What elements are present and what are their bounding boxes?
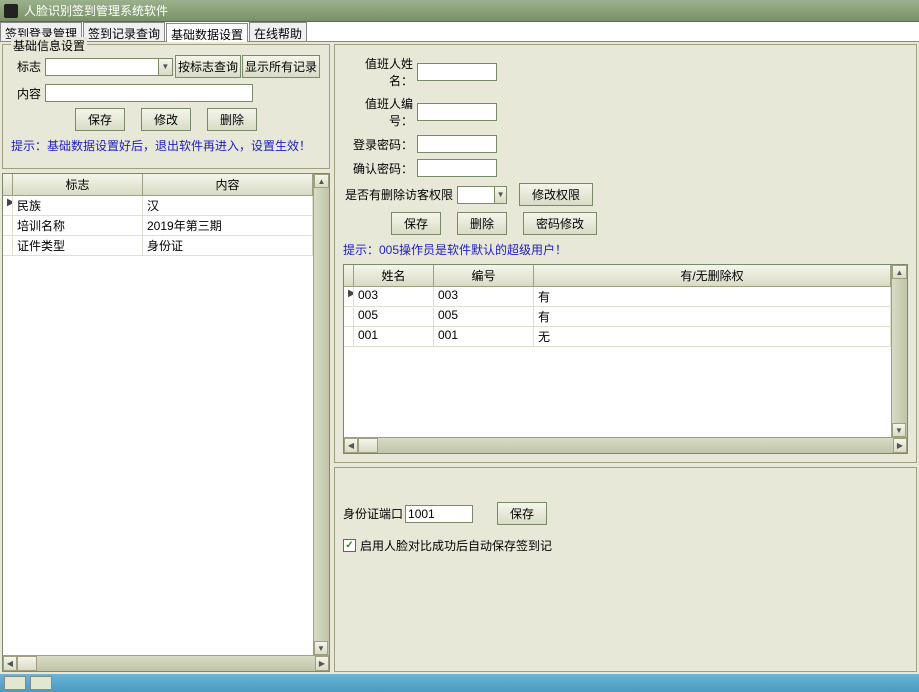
op-save-button[interactable]: 保存 (391, 212, 441, 235)
modify-perm-button[interactable]: 修改权限 (519, 183, 593, 206)
table-row[interactable]: 001 001 无 (344, 327, 891, 347)
cell-flag: 民族 (13, 196, 143, 215)
op-col-no[interactable]: 编号 (434, 265, 534, 286)
cell-content: 汉 (143, 196, 313, 215)
scroll-up-icon[interactable]: ▲ (892, 265, 907, 279)
duty-no-input[interactable] (417, 103, 497, 121)
scroll-down-icon[interactable]: ▼ (314, 641, 328, 655)
duty-name-label: 值班人姓名： (343, 55, 413, 89)
taskbar-button[interactable] (4, 676, 26, 690)
left-vscrollbar[interactable]: ▲ ▼ (313, 174, 329, 655)
chevron-down-icon[interactable]: ▼ (494, 187, 506, 203)
right-panel: 值班人姓名： 值班人编号： 登录密码： 确认密码： 是否有删除访客权限 ▼ (334, 44, 917, 672)
cell-content: 2019年第三期 (143, 216, 313, 235)
op-col-indicator (344, 265, 354, 286)
tab-online-help[interactable]: 在线帮助 (249, 22, 307, 41)
cell-flag: 证件类型 (13, 236, 143, 255)
left-delete-button[interactable]: 删除 (207, 108, 257, 131)
port-group: 身份证端口 保存 ✓ 启用人脸对比成功后自动保存签到记 (334, 467, 917, 672)
flag-input[interactable] (46, 59, 158, 75)
left-grid-body[interactable]: ▶ 民族 汉 培训名称 2019年第三期 证件类型 身份证 (3, 196, 313, 655)
confirm-pwd-label: 确认密码： (343, 160, 413, 177)
duty-no-label: 值班人编号： (343, 95, 413, 129)
op-delete-button[interactable]: 删除 (457, 212, 507, 235)
flag-label: 标志 (11, 58, 41, 75)
port-save-button[interactable]: 保存 (497, 502, 547, 525)
left-panel: 基础信息设置 标志 ▼ 按标志查询 显示所有记录 内容 保存 修改 删除 提示：… (2, 44, 330, 672)
left-col-content[interactable]: 内容 (143, 174, 313, 195)
hscroll-thumb[interactable] (358, 438, 378, 453)
left-col-indicator (3, 174, 13, 195)
left-hscrollbar[interactable]: ◀ ▶ (3, 655, 329, 671)
duty-name-input[interactable] (417, 63, 497, 81)
main-tabs: 签到登录管理 签到记录查询 基础数据设置 在线帮助 (0, 22, 919, 42)
flag-combo[interactable]: ▼ (45, 58, 173, 76)
scroll-right-icon[interactable]: ▶ (315, 656, 329, 671)
base-info-legend: 基础信息设置 (11, 37, 87, 54)
operator-group: 值班人姓名： 值班人编号： 登录密码： 确认密码： 是否有删除访客权限 ▼ (334, 44, 917, 463)
op-vscrollbar[interactable]: ▲ ▼ (891, 265, 907, 437)
op-hscrollbar[interactable]: ◀ ▶ (344, 437, 907, 453)
taskbar (0, 674, 919, 692)
tab-base-data-settings[interactable]: 基础数据设置 (166, 23, 248, 42)
table-row[interactable]: ▶ 民族 汉 (3, 196, 313, 216)
op-pwd-modify-button[interactable]: 密码修改 (523, 212, 597, 235)
visitor-perm-combo[interactable]: ▼ (457, 186, 507, 204)
op-col-perm[interactable]: 有/无删除权 (534, 265, 891, 286)
scroll-left-icon[interactable]: ◀ (3, 656, 17, 671)
visitor-perm-label: 是否有删除访客权限 (343, 186, 453, 203)
auto-save-checkbox[interactable]: ✓ 启用人脸对比成功后自动保存签到记 (343, 537, 908, 554)
content-label: 内容 (11, 85, 41, 102)
op-hint: 提示：005操作员是软件默认的超级用户！ (343, 241, 908, 258)
scroll-down-icon[interactable]: ▼ (892, 423, 906, 437)
row-indicator-icon: ▶ (344, 287, 354, 306)
show-all-button[interactable]: 显示所有记录 (242, 55, 320, 78)
taskbar-button[interactable] (30, 676, 52, 690)
table-row[interactable]: 培训名称 2019年第三期 (3, 216, 313, 236)
scroll-left-icon[interactable]: ◀ (344, 438, 358, 453)
auto-save-checkbox-label: 启用人脸对比成功后自动保存签到记 (360, 537, 552, 554)
titlebar: 人脸识别签到管理系统软件 (0, 0, 919, 22)
base-info-group: 基础信息设置 标志 ▼ 按标志查询 显示所有记录 内容 保存 修改 删除 提示：… (2, 44, 330, 169)
window-title: 人脸识别签到管理系统软件 (24, 2, 168, 19)
left-grid: 标志 内容 ▶ 民族 汉 培训名称 2019年第三期 (2, 173, 330, 672)
workarea: 基础信息设置 标志 ▼ 按标志查询 显示所有记录 内容 保存 修改 删除 提示：… (0, 42, 919, 674)
hscroll-thumb[interactable] (17, 656, 37, 671)
op-grid-body[interactable]: ▶ 003 003 有 005 005 有 (344, 287, 891, 437)
chevron-down-icon[interactable]: ▼ (158, 59, 172, 75)
scroll-right-icon[interactable]: ▶ (893, 438, 907, 453)
operator-grid: 姓名 编号 有/无删除权 ▶ 003 003 有 (343, 264, 908, 454)
scroll-up-icon[interactable]: ▲ (314, 174, 329, 188)
tab-checkin-record-query[interactable]: 签到记录查询 (83, 22, 165, 41)
app-icon (4, 4, 18, 18)
left-hint: 提示：基础数据设置好后，退出软件再进入，设置生效！ (11, 137, 321, 154)
op-col-name[interactable]: 姓名 (354, 265, 434, 286)
content-input[interactable] (45, 84, 253, 102)
table-row[interactable]: ▶ 003 003 有 (344, 287, 891, 307)
checkbox-icon[interactable]: ✓ (343, 539, 356, 552)
pwd-input[interactable] (417, 135, 497, 153)
pwd-label: 登录密码： (343, 136, 413, 153)
search-by-flag-button[interactable]: 按标志查询 (175, 55, 241, 78)
left-modify-button[interactable]: 修改 (141, 108, 191, 131)
id-port-label: 身份证端口 (343, 505, 403, 522)
cell-flag: 培训名称 (13, 216, 143, 235)
confirm-pwd-input[interactable] (417, 159, 497, 177)
left-col-flag[interactable]: 标志 (13, 174, 143, 195)
table-row[interactable]: 005 005 有 (344, 307, 891, 327)
visitor-perm-input[interactable] (458, 187, 494, 203)
row-indicator-icon: ▶ (3, 196, 13, 215)
table-row[interactable]: 证件类型 身份证 (3, 236, 313, 256)
id-port-input[interactable] (405, 505, 473, 523)
left-save-button[interactable]: 保存 (75, 108, 125, 131)
cell-content: 身份证 (143, 236, 313, 255)
